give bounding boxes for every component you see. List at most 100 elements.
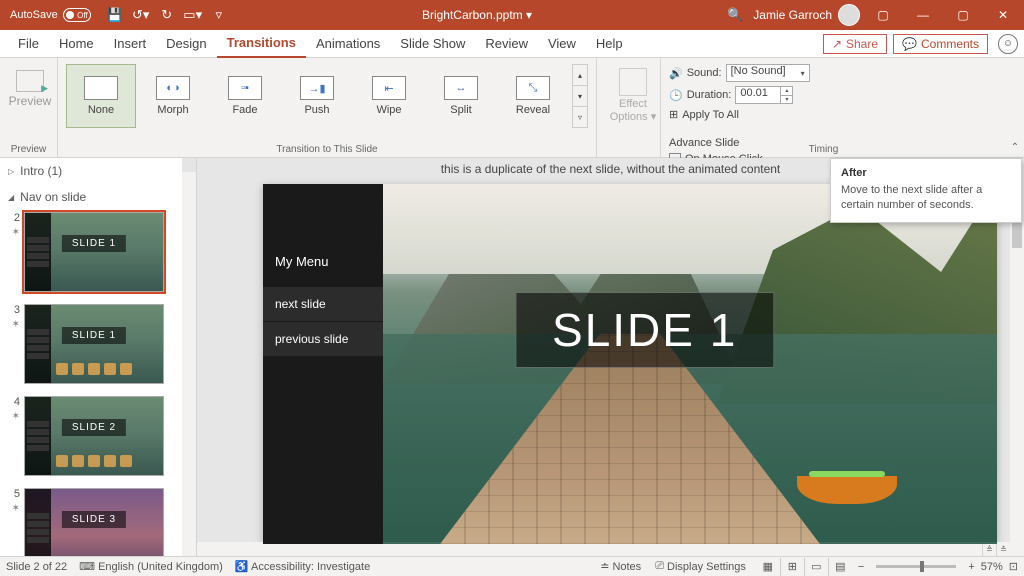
display-settings-button[interactable]: ⎚ Display Settings xyxy=(651,560,750,573)
slide-thumbnail[interactable]: SLIDE 1 xyxy=(24,304,164,384)
outline-scrollbar[interactable] xyxy=(182,158,196,556)
section-label: Nav on slide xyxy=(20,190,86,204)
slide-menu-item[interactable]: next slide xyxy=(263,287,383,321)
thumb-num: 2✶ xyxy=(6,212,20,292)
lang-label: English (United Kingdom) xyxy=(98,561,223,573)
tab-animations[interactable]: Animations xyxy=(306,30,390,58)
tab-home[interactable]: Home xyxy=(49,30,104,58)
effect-label: Effect Options ▾ xyxy=(605,98,661,124)
toggle-switch[interactable]: Off xyxy=(63,8,91,22)
autosave-state: Off xyxy=(77,11,88,20)
thumb-label: SLIDE 2 xyxy=(62,419,126,436)
duration-input[interactable]: 00.01▴▾ xyxy=(735,86,793,104)
tab-help[interactable]: Help xyxy=(586,30,633,58)
transition-morph[interactable]: ◐◑Morph xyxy=(138,64,208,128)
gallery-more[interactable]: ▴▾▿ xyxy=(572,64,588,128)
tab-file[interactable]: File xyxy=(8,30,49,58)
collapse-icon: ◢ xyxy=(8,193,14,202)
minimize-icon[interactable]: — xyxy=(906,0,940,30)
view-buttons: ▦ ⊞ ▭ ▤ xyxy=(756,558,852,576)
transition-push[interactable]: →▮Push xyxy=(282,64,352,128)
autosave-toggle[interactable]: AutoSave Off xyxy=(4,8,97,22)
transition-split[interactable]: ↔Split xyxy=(426,64,496,128)
thumb-label: SLIDE 3 xyxy=(62,511,126,528)
apply-all-button[interactable]: ⊞ Apply To All xyxy=(669,108,998,121)
section-intro[interactable]: ▷Intro (1) xyxy=(0,158,196,184)
thumb-label: SLIDE 1 xyxy=(62,235,126,252)
duration-row: 🕒 Duration: 00.01▴▾ xyxy=(669,86,998,104)
reading-view-icon[interactable]: ▭ xyxy=(804,558,828,576)
feedback-icon[interactable]: ☺ xyxy=(998,34,1018,54)
btn-hints xyxy=(25,363,163,375)
reveal-icon: ⤡ xyxy=(516,76,550,100)
section-nav[interactable]: ◢ Nav on slide xyxy=(0,184,196,210)
accessibility-status[interactable]: ♿ Accessibility: Investigate xyxy=(235,560,370,573)
thumb-num: 4✶ xyxy=(6,396,20,476)
transition-wipe[interactable]: ⇤Wipe xyxy=(354,64,424,128)
fade-icon: ▫▪ xyxy=(228,76,262,100)
fit-view-icon[interactable]: ⊡ xyxy=(1009,560,1018,573)
notes-button[interactable]: ≐ Notes xyxy=(596,560,645,573)
prev-slide-icon[interactable]: ≜ xyxy=(982,542,996,556)
access-label: Accessibility: Investigate xyxy=(251,561,370,573)
document-title[interactable]: BrightCarbon.pptm ▾ xyxy=(231,8,724,22)
qat-more-icon[interactable]: ▿ xyxy=(207,3,231,27)
slideshow-view-icon[interactable]: ▤ xyxy=(828,558,852,576)
sound-input[interactable]: [No Sound]▾ xyxy=(726,64,810,82)
slide-title[interactable]: SLIDE 1 xyxy=(515,292,774,368)
preview-text: Preview xyxy=(9,94,52,108)
preview-button[interactable]: Preview xyxy=(8,62,52,108)
sound-label: Sound: xyxy=(687,67,722,79)
zoom-in-icon[interactable]: + xyxy=(968,561,974,573)
zoom-out-icon[interactable]: − xyxy=(858,561,864,573)
status-slide-pos[interactable]: Slide 2 of 22 xyxy=(6,561,67,573)
transition-fade[interactable]: ▫▪Fade xyxy=(210,64,280,128)
spinner-icon[interactable]: ▴▾ xyxy=(780,87,792,103)
tab-view[interactable]: View xyxy=(538,30,586,58)
tab-slideshow[interactable]: Slide Show xyxy=(390,30,475,58)
close-icon[interactable]: ✕ xyxy=(986,0,1020,30)
share-button[interactable]: ↗ Share xyxy=(823,34,887,54)
tab-review[interactable]: Review xyxy=(475,30,538,58)
anim-icon: ✶ xyxy=(12,319,20,330)
trans-label: Morph xyxy=(157,104,188,116)
comments-button[interactable]: 💬 Comments xyxy=(893,34,988,54)
search-icon[interactable]: 🔍 xyxy=(723,3,747,27)
slide[interactable]: My Menu next slide previous slide SLIDE … xyxy=(263,184,997,544)
save-icon[interactable]: 💾 xyxy=(103,3,127,27)
avatar[interactable] xyxy=(838,4,860,26)
undo-icon[interactable]: ↺▾ xyxy=(129,3,153,27)
slide-menu-item[interactable]: previous slide xyxy=(263,322,383,356)
collapse-ribbon-icon[interactable]: ⌃ xyxy=(1006,58,1024,157)
slide-menu-title[interactable]: My Menu xyxy=(263,184,383,287)
zoom-slider[interactable] xyxy=(876,565,956,568)
redo-icon[interactable]: ↻ xyxy=(155,3,179,27)
dropdown-icon[interactable]: ▾ xyxy=(797,65,809,81)
slide-thumbnail[interactable]: SLIDE 2 xyxy=(24,396,164,476)
title-right: 🔍 Jamie Garroch ▢ — ▢ ✕ xyxy=(723,0,1020,30)
push-icon: →▮ xyxy=(300,76,334,100)
tooltip-title: After xyxy=(841,167,1011,179)
normal-view-icon[interactable]: ▦ xyxy=(756,558,780,576)
zoom-value[interactable]: 57% xyxy=(981,561,1003,573)
tab-insert[interactable]: Insert xyxy=(104,30,157,58)
transition-none[interactable]: None xyxy=(66,64,136,128)
tab-design[interactable]: Design xyxy=(156,30,216,58)
tab-transitions[interactable]: Transitions xyxy=(217,30,306,58)
slide-thumbnail[interactable]: SLIDE 3 xyxy=(24,488,164,556)
lang-status[interactable]: ⌨ English (United Kingdom) xyxy=(79,560,223,573)
thumb-row: 3✶ SLIDE 1 xyxy=(0,302,196,394)
ribbon-mode-icon[interactable]: ▢ xyxy=(866,0,900,30)
comments-label: Comments xyxy=(921,37,979,51)
maximize-icon[interactable]: ▢ xyxy=(946,0,980,30)
thumb-label: SLIDE 1 xyxy=(62,327,126,344)
slide-thumbnail[interactable]: SLIDE 1 xyxy=(24,212,164,292)
apply-all-label: Apply To All xyxy=(682,109,739,121)
present-icon[interactable]: ▭▾ xyxy=(181,3,205,27)
clock-icon: 🕒 xyxy=(669,89,683,102)
ribbon-group-transitions: None ◐◑Morph ▫▪Fade →▮Push ⇤Wipe ↔Split … xyxy=(58,58,597,157)
next-slide-icon[interactable]: ≛ xyxy=(996,542,1010,556)
user-name[interactable]: Jamie Garroch xyxy=(753,8,832,22)
transition-reveal[interactable]: ⤡Reveal xyxy=(498,64,568,128)
sorter-view-icon[interactable]: ⊞ xyxy=(780,558,804,576)
